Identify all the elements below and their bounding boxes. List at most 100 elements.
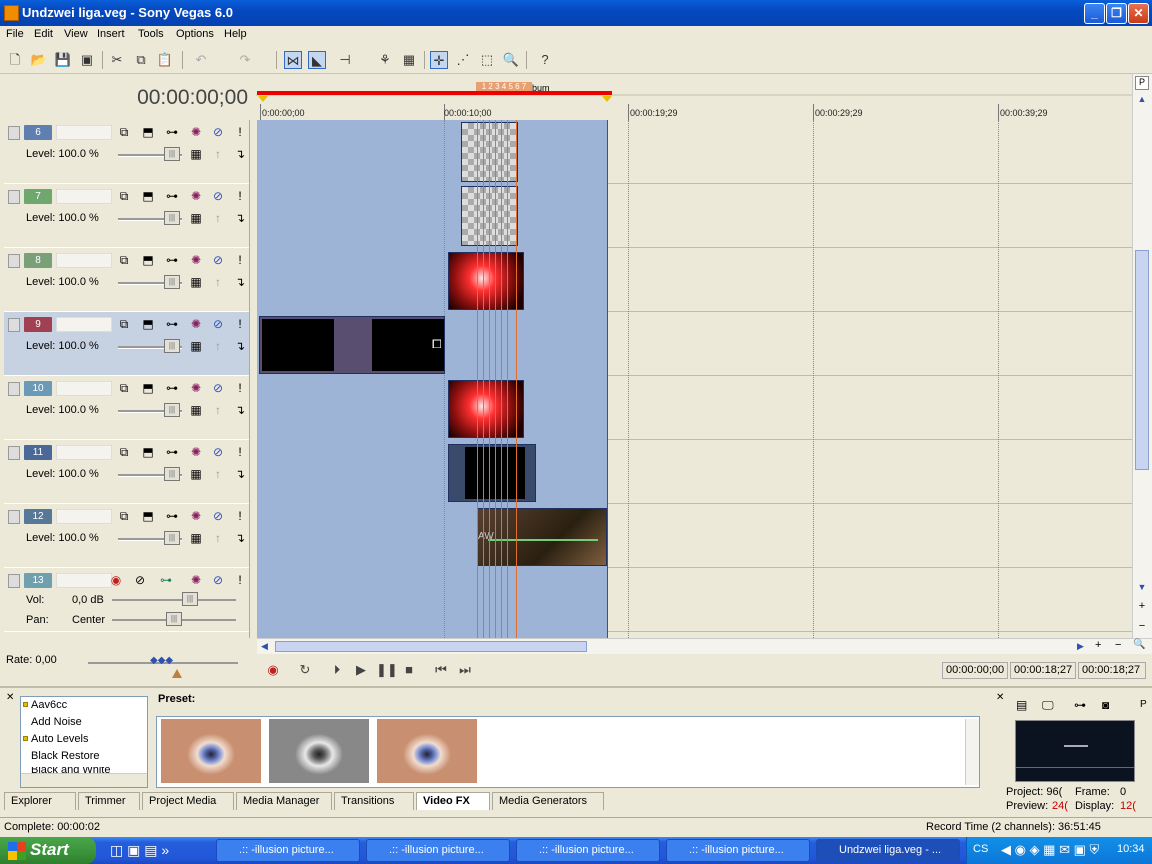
- fx-item-auto-levels[interactable]: Auto Levels: [31, 733, 88, 745]
- track-fx-icon[interactable]: ✺: [188, 252, 204, 268]
- taskbar-item-4[interactable]: .:: -illusion picture...: [666, 839, 810, 862]
- parent-compositing-icon[interactable]: ⧉: [116, 252, 132, 268]
- track-header-8[interactable]: 8 ⧉ ⬒ ⊶ ✺ ⊘! Level: 100.0 % ||| ▦ ↑ ↴: [4, 248, 249, 312]
- track-grip-icon[interactable]: [8, 510, 20, 524]
- undo-icon[interactable]: ↶: [192, 51, 210, 69]
- normal-edit-tool-icon[interactable]: ✛: [430, 51, 448, 69]
- track-number[interactable]: 6: [24, 125, 52, 140]
- solo-icon[interactable]: !: [232, 444, 248, 460]
- clip-track-12[interactable]: AW: [477, 508, 607, 566]
- fx-item-aav6cc[interactable]: Aav6cc: [31, 699, 67, 711]
- go-to-start-icon[interactable]: ⏮: [432, 662, 450, 678]
- dock-tab-transitions[interactable]: Transitions: [334, 792, 414, 810]
- track-header-12[interactable]: 12 ⧉ ⬒ ⊶ ✺ ⊘! Level: 100.0 % ||| ▦ ↑ ↴: [4, 504, 249, 568]
- make-parent-icon[interactable]: ↑: [210, 530, 226, 546]
- mute-icon[interactable]: ⊘: [210, 444, 226, 460]
- mute-icon[interactable]: ⊘: [210, 380, 226, 396]
- help-pointer-icon[interactable]: ?: [536, 51, 554, 69]
- maximize-button[interactable]: ❐: [1106, 3, 1127, 24]
- track-header-9[interactable]: 9 ⧉ ⬒ ⊶ ✺ ⊘! Level: 100.0 % ||| ▦ ↑ ↴: [4, 312, 249, 376]
- compositing-child-icon[interactable]: ▦: [188, 274, 204, 290]
- track-number[interactable]: 10: [24, 381, 52, 396]
- invert-phase-icon[interactable]: ⊘: [132, 572, 148, 588]
- record-icon[interactable]: ◉: [264, 662, 282, 678]
- stop-icon[interactable]: ■: [400, 662, 418, 678]
- compositing-child-icon[interactable]: ▦: [188, 146, 204, 162]
- preset-scrollbar[interactable]: [965, 719, 979, 785]
- ripple-edit-icon[interactable]: ⋈: [284, 51, 302, 69]
- preset-thumb-2[interactable]: [269, 719, 369, 783]
- track-motion-icon[interactable]: ⬒: [140, 380, 156, 396]
- taskbar-item-vegas[interactable]: Undzwei liga.veg - ...: [816, 839, 960, 862]
- preview-quality-icon[interactable]: ◙: [1102, 698, 1109, 712]
- time-end-field[interactable]: 00:00:18;27: [1010, 662, 1076, 679]
- track-grip-icon[interactable]: [8, 318, 20, 332]
- solo-icon[interactable]: !: [232, 124, 248, 140]
- track-fx-icon[interactable]: ✺: [188, 380, 204, 396]
- timeline-vertical-scrollbar[interactable]: P ▲ ▼ + −: [1132, 74, 1152, 638]
- audio-solo-icon[interactable]: !: [232, 572, 248, 588]
- menu-tools[interactable]: Tools: [138, 28, 164, 40]
- parent-compositing-icon[interactable]: ⧉: [116, 316, 132, 332]
- dock-close-icon[interactable]: ✕: [6, 692, 14, 703]
- track-motion-icon[interactable]: ⬒: [140, 188, 156, 204]
- track-motion-icon[interactable]: ⬒: [140, 444, 156, 460]
- track-header-7[interactable]: 7 ⧉ ⬒ ⊶ ✺ ⊘! Level: 100.0 % ||| ▦ ↑ ↴: [4, 184, 249, 248]
- track-grip-icon[interactable]: [8, 382, 20, 396]
- zoom-tool-small-icon[interactable]: 🔍: [1133, 639, 1145, 650]
- split-screen-icon[interactable]: ⊶: [1074, 698, 1086, 712]
- composite-mode-icon[interactable]: ⊶: [164, 124, 180, 140]
- make-child-icon[interactable]: ↴: [232, 274, 248, 290]
- preset-thumb-3[interactable]: [377, 719, 477, 783]
- solo-icon[interactable]: !: [232, 252, 248, 268]
- level-slider-knob[interactable]: |||: [164, 403, 180, 417]
- mute-icon[interactable]: ⊘: [210, 316, 226, 332]
- envelope-tool-icon[interactable]: ⋰: [454, 51, 472, 69]
- fx-list-hscroll[interactable]: [21, 773, 147, 787]
- make-parent-icon[interactable]: ↑: [210, 274, 226, 290]
- pause-icon[interactable]: ❚❚: [376, 662, 398, 678]
- track-motion-icon[interactable]: ⬒: [140, 508, 156, 524]
- make-child-icon[interactable]: ↴: [232, 146, 248, 162]
- mute-icon[interactable]: ⊘: [210, 124, 226, 140]
- language-indicator[interactable]: CS: [973, 843, 988, 855]
- track-motion-icon[interactable]: ⬒: [140, 316, 156, 332]
- redo-icon[interactable]: ↷: [236, 51, 254, 69]
- time-length-field[interactable]: 00:00:18;27: [1078, 662, 1146, 679]
- ignore-grouping-icon[interactable]: ▦: [400, 51, 418, 69]
- loop-region-bar[interactable]: [257, 91, 612, 95]
- pan-slider-knob[interactable]: |||: [166, 612, 182, 626]
- scroll-right-icon[interactable]: ▶: [1077, 641, 1084, 652]
- rate-slider-knob[interactable]: ◆◆◆: [150, 655, 173, 666]
- track-grip-icon[interactable]: [8, 126, 20, 140]
- make-child-icon[interactable]: ↴: [232, 530, 248, 546]
- preview-properties-icon[interactable]: ▤: [1016, 698, 1027, 712]
- level-slider-knob[interactable]: |||: [164, 147, 180, 161]
- lock-envelopes-icon[interactable]: ⚘: [376, 51, 394, 69]
- composite-mode-icon[interactable]: ⊶: [164, 444, 180, 460]
- make-parent-icon[interactable]: ↑: [210, 146, 226, 162]
- track-number[interactable]: 9: [24, 317, 52, 332]
- dock-tab-trimmer[interactable]: Trimmer: [78, 792, 140, 810]
- track-header-10[interactable]: 10 ⧉ ⬒ ⊶ ✺ ⊘! Level: 100.0 % ||| ▦ ↑ ↴: [4, 376, 249, 440]
- selection-tool-icon[interactable]: ⬚: [478, 51, 496, 69]
- menu-help[interactable]: Help: [224, 28, 247, 40]
- track-motion-icon[interactable]: ⬒: [140, 252, 156, 268]
- fx-item-black-restore[interactable]: Black Restore: [31, 750, 99, 762]
- timeline-horizontal-scrollbar[interactable]: ◀ ▶ + − 🔍: [257, 638, 1152, 654]
- parent-compositing-icon[interactable]: ⧉: [116, 508, 132, 524]
- copy-icon[interactable]: ⧉: [132, 51, 150, 69]
- scroll-left-icon[interactable]: ◀: [261, 641, 268, 652]
- scrollbar-thumb[interactable]: [1135, 250, 1149, 470]
- track-fx-icon[interactable]: ✺: [188, 508, 204, 524]
- close-button[interactable]: ✕: [1128, 3, 1149, 24]
- properties-icon[interactable]: ▣: [78, 51, 96, 69]
- track-header-13[interactable]: 13 ◉ ⊘ ⊶ ✺ ⊘! Vol: 0,0 dB ||| Pan: Center |||: [4, 568, 249, 632]
- zoom-out-vertical-icon[interactable]: −: [1135, 620, 1149, 634]
- crop-icon[interactable]: ⧠: [432, 337, 442, 352]
- taskbar-item-3[interactable]: .:: -illusion picture...: [516, 839, 660, 862]
- mute-icon[interactable]: ⊘: [210, 188, 226, 204]
- level-slider-knob[interactable]: |||: [164, 275, 180, 289]
- menu-file[interactable]: File: [6, 28, 24, 40]
- track-name-field[interactable]: [56, 445, 112, 460]
